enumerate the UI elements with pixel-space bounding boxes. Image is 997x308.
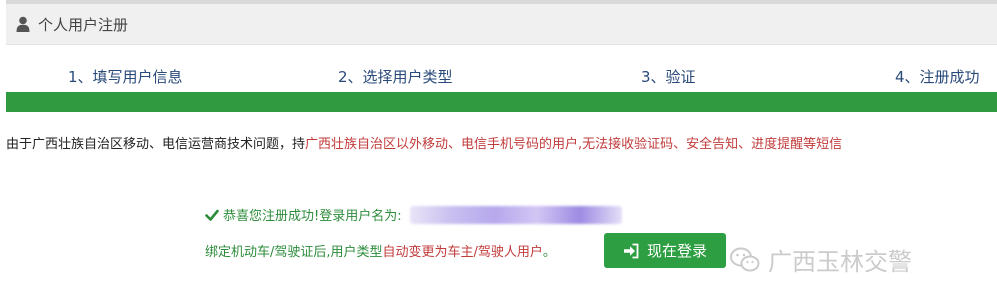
login-now-label: 现在登录 [646,242,707,260]
progress-bar-fill [6,92,997,112]
step-verify: 3、验证 [641,68,696,86]
sms-notice: 由于广西壮族自治区移动、电信运营商技术问题，持广西壮族自治区以外移动、电信手机号… [6,133,842,152]
step-success: 4、注册成功 [895,68,980,86]
progress-bar [6,92,997,112]
notice-text-1: 由于广西壮族自治区移动、电信运营商技术问题，持 [6,137,306,152]
wechat-icon [730,247,760,271]
sign-in-icon [623,243,639,258]
step-fill-info: 1、填写用户信息 [68,68,183,86]
check-icon [205,209,219,221]
watermark: 广西玉林交警 [730,242,912,277]
bind-note-text-3: 。 [542,245,556,260]
watermark-text: 广西玉林交警 [768,248,912,276]
step-select-type: 2、选择用户类型 [338,68,453,86]
bind-note-text-1: 绑定机动车/驾驶证后,用户类型 [205,245,383,260]
page-title: 个人用户注册 [38,15,129,34]
notice-text-3: 无法接收验证码、安全告知、进度提醒等短信 [582,137,843,152]
registration-steps: 1、填写用户信息 2、选择用户类型 3、验证 4、注册成功 [0,60,997,96]
page-header: 个人用户注册 [6,4,997,45]
login-now-button[interactable]: 现在登录 [604,233,726,268]
notice-text-2: 广西壮族自治区以外移动、电信手机号码的用户, [305,137,583,152]
username-redacted [409,205,622,224]
success-message: 恭喜您注册成功!登录用户名为: [205,205,622,224]
bind-note-text-2: 自动变更为车主/驾驶人用户 [382,245,543,260]
success-text: 恭喜您注册成功!登录用户名为: [223,209,402,224]
user-icon [16,16,30,32]
bind-vehicle-note: 绑定机动车/驾驶证后,用户类型自动变更为车主/驾驶人用户。 [205,241,556,260]
